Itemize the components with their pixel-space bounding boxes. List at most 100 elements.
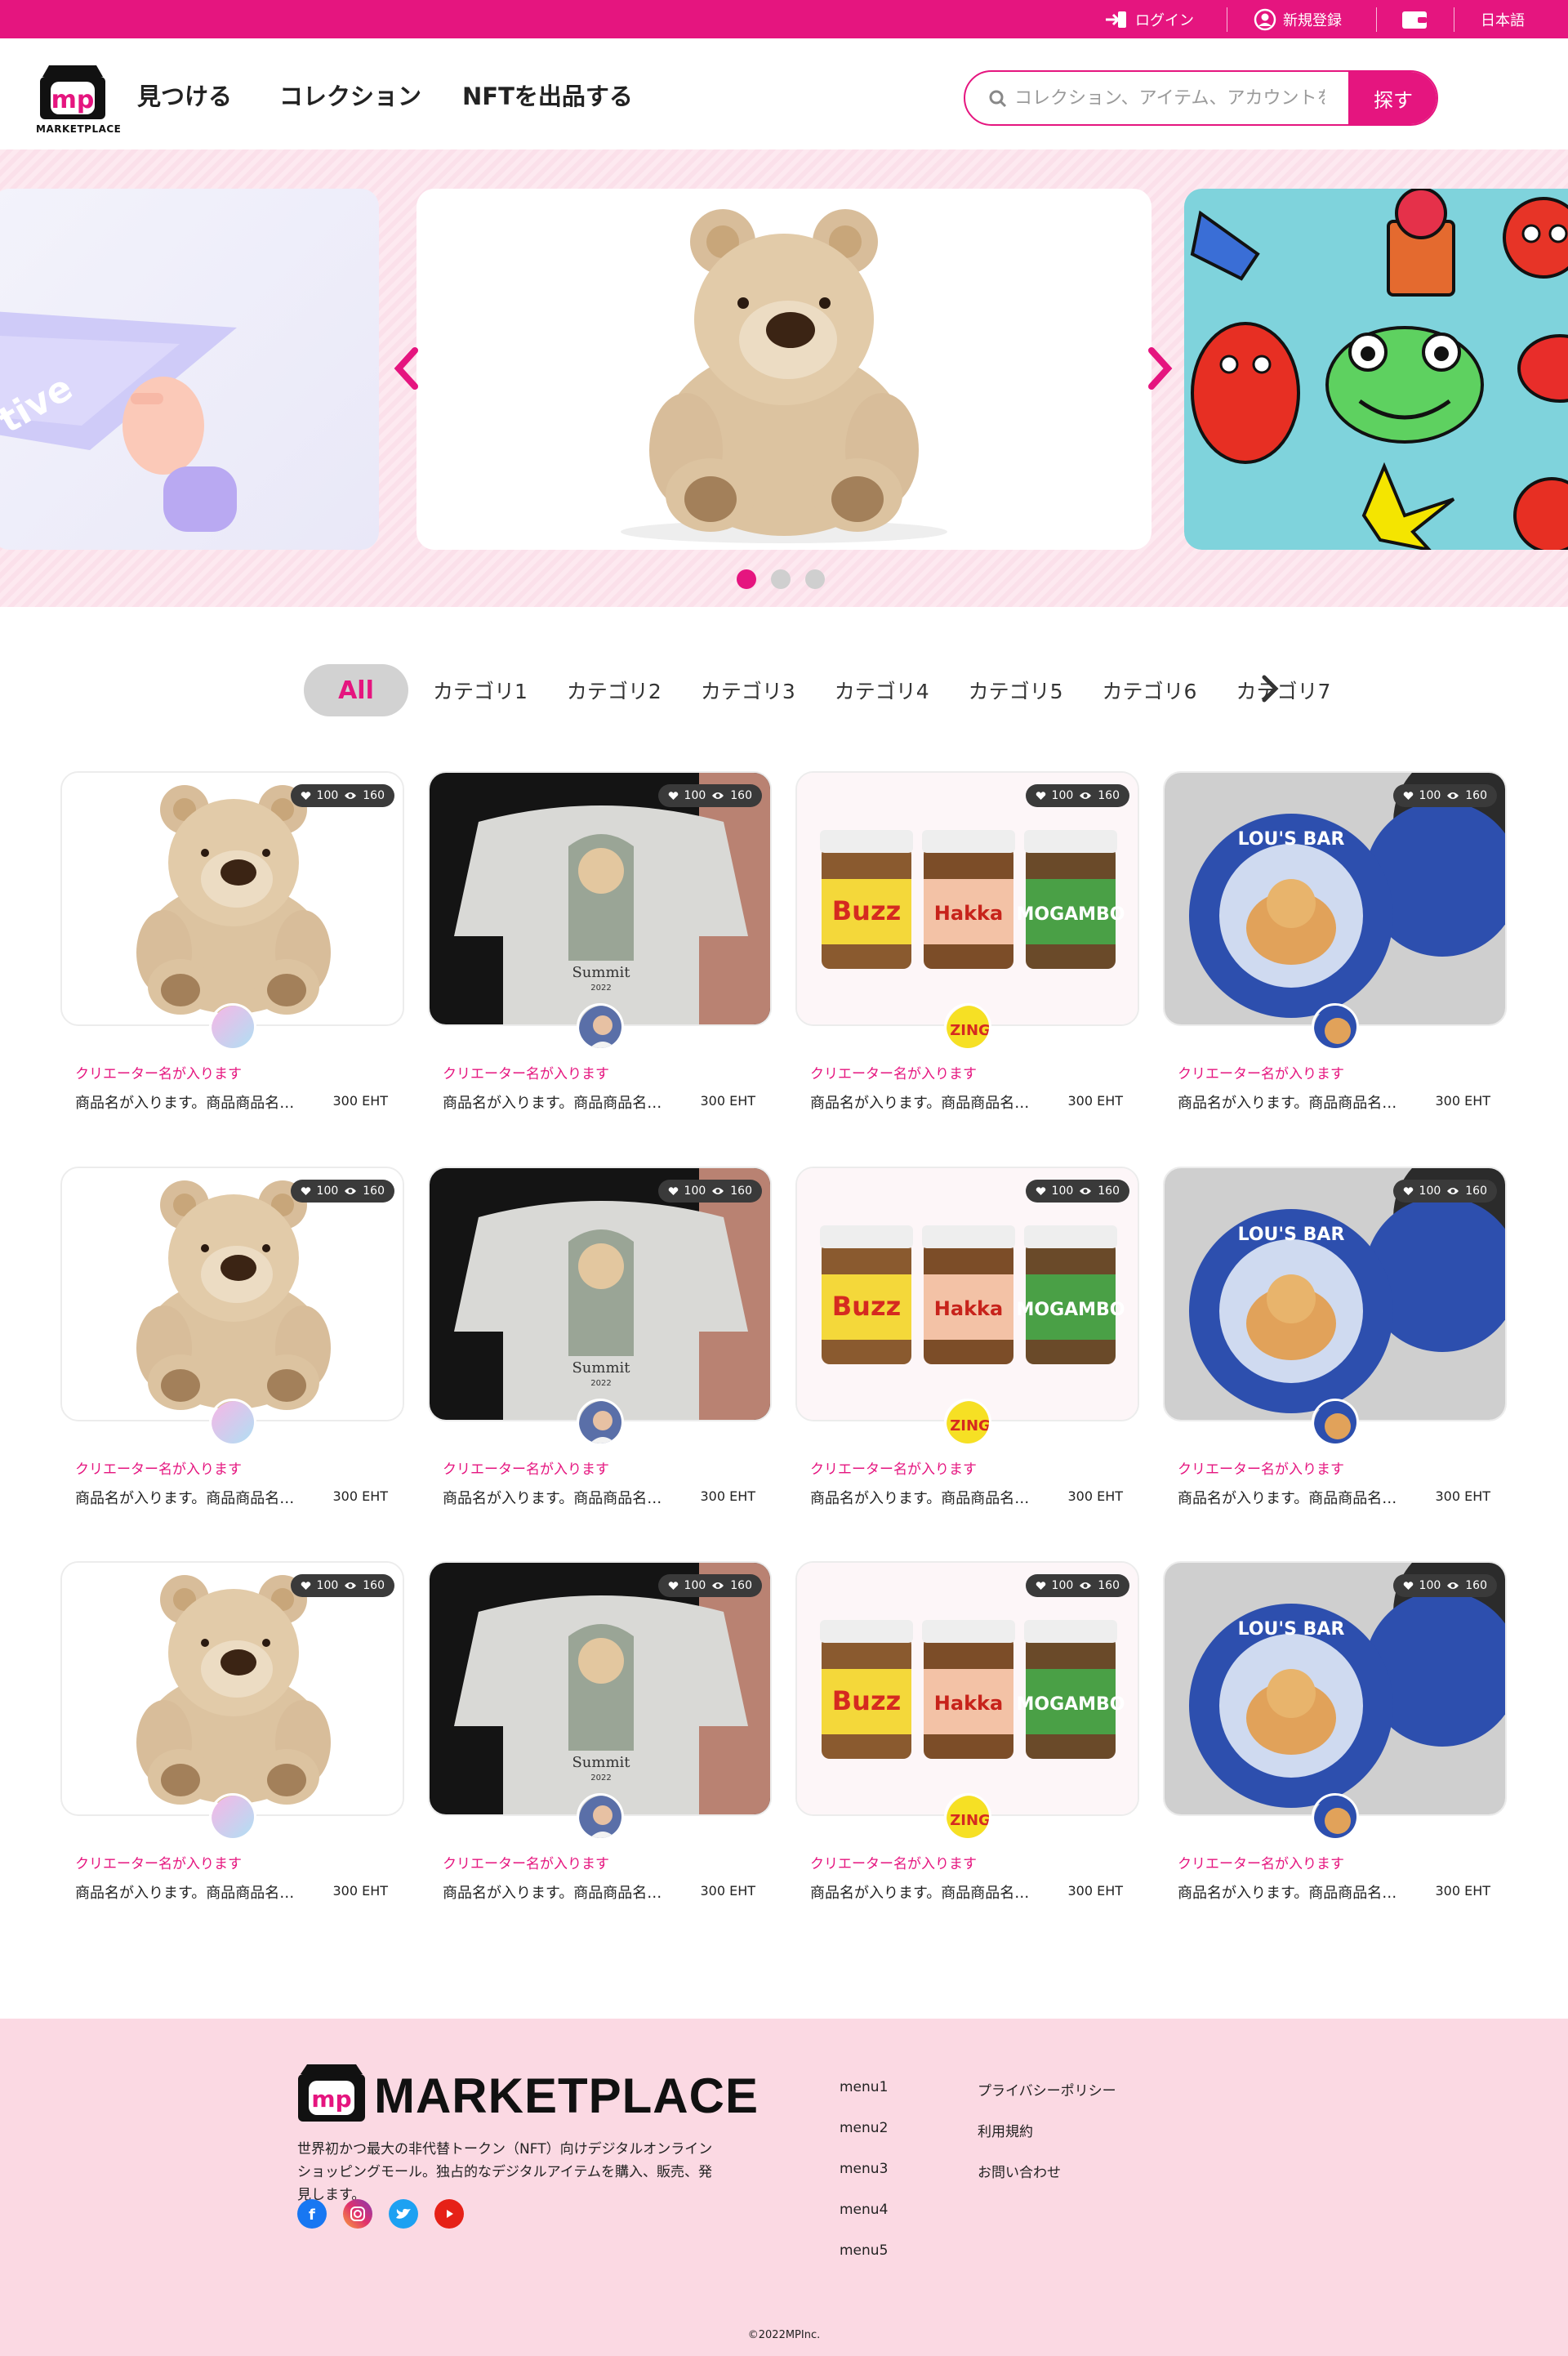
product-thumbnail[interactable]: 100 160 bbox=[60, 1561, 404, 1816]
category-2[interactable]: カテゴリ2 bbox=[567, 676, 662, 705]
product-thumbnail[interactable]: Buzz Hakka MOGAMBO 100 160 bbox=[795, 1167, 1139, 1421]
creator-name[interactable]: クリエーター名が入ります bbox=[1178, 1852, 1344, 1872]
language-selector[interactable]: 日本語 bbox=[1481, 0, 1525, 38]
category-next-icon[interactable] bbox=[1258, 672, 1282, 705]
twitter-icon[interactable] bbox=[389, 2199, 418, 2229]
likes-count: 100 bbox=[316, 789, 339, 802]
nav-collections[interactable]: コレクション bbox=[279, 78, 421, 112]
carousel-dot-1[interactable] bbox=[737, 569, 756, 589]
footer-menu-1[interactable]: menu1 bbox=[840, 2079, 888, 2095]
product-thumbnail[interactable]: Buzz Hakka MOGAMBO 100 160 bbox=[795, 1561, 1139, 1816]
creator-name[interactable]: クリエーター名が入ります bbox=[443, 1062, 609, 1082]
creator-name[interactable]: クリエーター名が入ります bbox=[810, 1852, 977, 1872]
views-count: 160 bbox=[1465, 1185, 1487, 1198]
product-price: 300 EHT bbox=[700, 1093, 755, 1109]
product-price: 300 EHT bbox=[1435, 1883, 1490, 1899]
product-card[interactable]: 100 160 クリエーター名が入ります 商品名が入ります。商品商品名が... … bbox=[60, 771, 404, 1131]
footer-menu-4[interactable]: menu4 bbox=[840, 2202, 888, 2218]
avatar[interactable]: ZING bbox=[944, 1399, 991, 1446]
category-1[interactable]: カテゴリ1 bbox=[433, 676, 528, 705]
creator-name[interactable]: クリエーター名が入ります bbox=[1178, 1062, 1344, 1082]
product-thumbnail[interactable]: LOU'S BAR 100 160 bbox=[1163, 1167, 1507, 1421]
product-thumbnail[interactable]: 100 160 bbox=[60, 771, 404, 1026]
nav-sell-nft[interactable]: NFTを出品する bbox=[462, 78, 633, 112]
product-thumbnail[interactable]: LOU'S BAR 100 160 bbox=[1163, 1561, 1507, 1816]
footer-menu-2[interactable]: menu2 bbox=[840, 2120, 888, 2136]
nav-discover[interactable]: 見つける bbox=[137, 78, 232, 112]
wallet-button[interactable] bbox=[1401, 0, 1428, 38]
creator-name[interactable]: クリエーター名が入ります bbox=[75, 1457, 242, 1478]
category-7[interactable]: カテゴリ7 bbox=[1236, 676, 1330, 705]
product-thumbnail[interactable]: Summit 2022 100 160 bbox=[428, 1561, 772, 1816]
avatar[interactable] bbox=[577, 1003, 624, 1051]
login-link[interactable]: ログイン bbox=[1104, 0, 1194, 38]
likes-count: 100 bbox=[684, 789, 706, 802]
svg-text:f: f bbox=[309, 2207, 315, 2222]
category-6[interactable]: カテゴリ6 bbox=[1102, 676, 1197, 705]
privacy-policy-link[interactable]: プライバシーポリシー bbox=[978, 2079, 1116, 2099]
product-thumbnail[interactable]: 100 160 bbox=[60, 1167, 404, 1421]
creator-name[interactable]: クリエーター名が入ります bbox=[443, 1457, 609, 1478]
creator-name[interactable]: クリエーター名が入ります bbox=[1178, 1457, 1344, 1478]
category-all[interactable]: All bbox=[304, 664, 408, 716]
creator-name[interactable]: クリエーター名が入ります bbox=[443, 1852, 609, 1872]
heart-icon bbox=[668, 792, 678, 800]
avatar[interactable] bbox=[577, 1399, 624, 1446]
product-card[interactable]: Summit 2022 100 160 クリエーター名が入ります 商品名が入りま… bbox=[428, 771, 772, 1131]
contact-link[interactable]: お問い合わせ bbox=[978, 2161, 1061, 2181]
avatar[interactable] bbox=[209, 1399, 256, 1446]
avatar[interactable] bbox=[209, 1003, 256, 1051]
avatar[interactable]: ZING bbox=[944, 1793, 991, 1841]
carousel-prev-icon[interactable] bbox=[390, 344, 423, 393]
category-4[interactable]: カテゴリ4 bbox=[835, 676, 929, 705]
creator-name[interactable]: クリエーター名が入ります bbox=[810, 1457, 977, 1478]
svg-text:MOGAMBO: MOGAMBO bbox=[1016, 1300, 1125, 1320]
carousel-slide-active[interactable] bbox=[416, 189, 1152, 550]
tshirt-image: Summit 2022 bbox=[430, 1563, 770, 1814]
login-label: ログイン bbox=[1135, 11, 1194, 29]
carousel-next-icon[interactable] bbox=[1143, 344, 1176, 393]
youtube-icon[interactable] bbox=[434, 2199, 464, 2229]
terms-link[interactable]: 利用規約 bbox=[978, 2120, 1033, 2140]
creator-avatar-logo: ZING bbox=[947, 1401, 989, 1443]
search-button[interactable]: 探す bbox=[1348, 72, 1437, 124]
product-card[interactable]: Buzz Hakka MOGAMBO 100 160 ZING クリエーター名が… bbox=[795, 771, 1139, 1131]
footer-menu-5[interactable]: menu5 bbox=[840, 2242, 888, 2259]
carousel-slide-right[interactable] bbox=[1184, 189, 1568, 550]
avatar[interactable] bbox=[577, 1793, 624, 1841]
views-count: 160 bbox=[730, 789, 752, 802]
product-card[interactable]: LOU'S BAR 100 160 クリエーター名が入ります 商品名が入ります。… bbox=[1163, 1561, 1507, 1921]
product-card[interactable]: Buzz Hakka MOGAMBO 100 160 ZING クリエーター名が… bbox=[795, 1167, 1139, 1526]
product-thumbnail[interactable]: Summit 2022 100 160 bbox=[428, 771, 772, 1026]
creator-name[interactable]: クリエーター名が入ります bbox=[810, 1062, 977, 1082]
carousel-dot-3[interactable] bbox=[805, 569, 825, 589]
footer-logo-icon[interactable]: mp bbox=[296, 2061, 368, 2125]
creator-name[interactable]: クリエーター名が入ります bbox=[75, 1062, 242, 1082]
product-card[interactable]: LOU'S BAR 100 160 クリエーター名が入ります 商品名が入ります。… bbox=[1163, 771, 1507, 1131]
product-thumbnail[interactable]: Summit 2022 100 160 bbox=[428, 1167, 772, 1421]
avatar[interactable] bbox=[1312, 1793, 1359, 1841]
product-card[interactable]: Buzz Hakka MOGAMBO 100 160 ZING クリエーター名が… bbox=[795, 1561, 1139, 1921]
instagram-icon[interactable] bbox=[343, 2199, 372, 2229]
product-thumbnail[interactable]: Buzz Hakka MOGAMBO 100 160 bbox=[795, 771, 1139, 1026]
register-label: 新規登録 bbox=[1283, 11, 1342, 29]
product-card[interactable]: Summit 2022 100 160 クリエーター名が入ります 商品名が入りま… bbox=[428, 1561, 772, 1921]
carousel-slide-left[interactable]: tive bbox=[0, 189, 379, 550]
register-link[interactable]: 新規登録 bbox=[1254, 0, 1342, 38]
carousel-dot-2[interactable] bbox=[771, 569, 791, 589]
product-card[interactable]: 100 160 クリエーター名が入ります 商品名が入ります。商品商品名が... … bbox=[60, 1561, 404, 1921]
avatar[interactable] bbox=[1312, 1003, 1359, 1051]
category-5[interactable]: カテゴリ5 bbox=[969, 676, 1063, 705]
product-card[interactable]: LOU'S BAR 100 160 クリエーター名が入ります 商品名が入ります。… bbox=[1163, 1167, 1507, 1526]
product-card[interactable]: Summit 2022 100 160 クリエーター名が入ります 商品名が入りま… bbox=[428, 1167, 772, 1526]
facebook-icon[interactable]: f bbox=[297, 2199, 327, 2229]
product-thumbnail[interactable]: LOU'S BAR 100 160 bbox=[1163, 771, 1507, 1026]
product-card[interactable]: 100 160 クリエーター名が入ります 商品名が入ります。商品商品名が... … bbox=[60, 1167, 404, 1526]
search-input[interactable] bbox=[1014, 82, 1325, 114]
avatar[interactable] bbox=[209, 1793, 256, 1841]
creator-name[interactable]: クリエーター名が入ります bbox=[75, 1852, 242, 1872]
avatar[interactable] bbox=[1312, 1399, 1359, 1446]
avatar[interactable]: ZING bbox=[944, 1003, 991, 1051]
category-3[interactable]: カテゴリ3 bbox=[701, 676, 795, 705]
footer-menu-3[interactable]: menu3 bbox=[840, 2161, 888, 2177]
